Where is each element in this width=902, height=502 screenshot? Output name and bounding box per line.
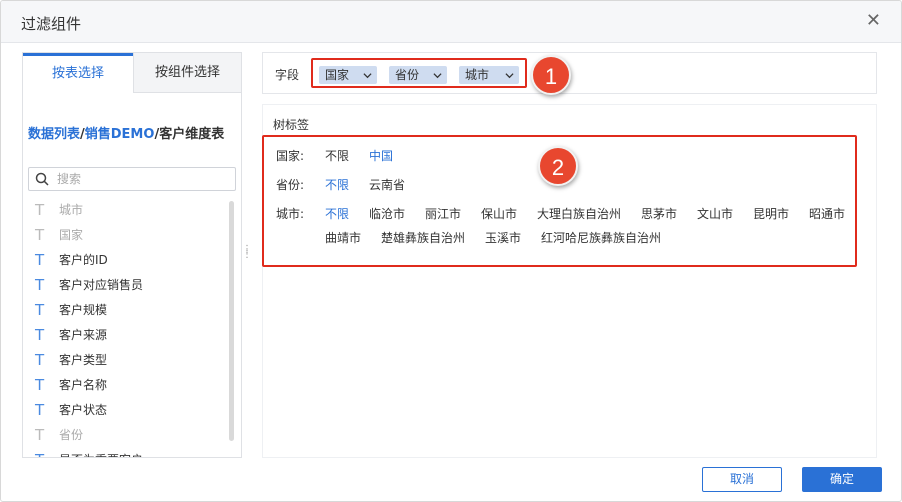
list-item[interactable]: T 客户的ID xyxy=(23,248,223,273)
field-chip-province[interactable]: 省份 xyxy=(389,66,447,84)
tree-row-label: 国家: xyxy=(276,149,305,163)
tree-option[interactable]: 中国 xyxy=(369,147,393,164)
tree-option[interactable]: 昭通市 xyxy=(809,205,845,222)
tree-option[interactable]: 红河哈尼族彝族自治州 xyxy=(541,229,661,246)
preview-title: 树标签 xyxy=(273,118,310,132)
search-input[interactable] xyxy=(57,170,227,188)
cancel-button[interactable]: 取消 xyxy=(702,467,782,492)
text-field-type-icon: T xyxy=(35,326,45,344)
source-tabs: 按表选择 按组件选择 xyxy=(23,53,241,93)
text-field-type-icon: T xyxy=(35,426,45,444)
breadcrumb: 数据列表/销售DEMO/客户维度表 xyxy=(28,123,241,142)
list-item[interactable]: T 客户名称 xyxy=(23,373,223,398)
field-label: 客户的ID xyxy=(59,253,108,267)
annotation-badge-1: 1 xyxy=(531,55,571,95)
breadcrumb-sales-demo[interactable]: 销售DEMO xyxy=(85,127,155,142)
tree-option[interactable]: 不限 xyxy=(325,147,349,164)
tree-option[interactable]: 不限 xyxy=(325,205,349,222)
chevron-down-icon xyxy=(505,73,514,79)
text-field-type-icon: T xyxy=(35,301,45,319)
resize-grip-icon[interactable]: ⋮ ⋮ xyxy=(242,245,252,263)
list-item[interactable]: T 客户规模 xyxy=(23,298,223,323)
text-field-type-icon: T xyxy=(35,251,45,269)
tree-row-label: 省份: xyxy=(276,178,305,192)
annotation-badge-2: 2 xyxy=(538,146,578,186)
chevron-down-icon xyxy=(433,73,442,79)
field-label: 客户规模 xyxy=(59,303,108,317)
search-icon xyxy=(35,172,49,186)
field-chip-city[interactable]: 城市 xyxy=(459,66,519,84)
tree-option[interactable]: 楚雄彝族自治州 xyxy=(381,229,465,246)
field-label: 客户类型 xyxy=(59,353,108,367)
field-chip-country[interactable]: 国家 xyxy=(319,66,377,84)
field-chip-label: 国家 xyxy=(325,68,350,82)
field-label: 客户来源 xyxy=(59,328,108,342)
tree-option[interactable]: 保山市 xyxy=(481,205,517,222)
tree-option[interactable]: 思茅市 xyxy=(641,205,677,222)
tree-option[interactable]: 云南省 xyxy=(369,176,405,193)
list-item[interactable]: T 客户状态 xyxy=(23,398,223,423)
tree-row-label: 城市: xyxy=(276,207,305,221)
list-item[interactable]: T 客户对应销售员 xyxy=(23,273,223,298)
confirm-button[interactable]: 确定 xyxy=(802,467,882,492)
text-field-type-icon: T xyxy=(35,351,45,369)
field-source-panel: 按表选择 按组件选择 数据列表/销售DEMO/客户维度表 T 城市 T 国家 T 客户的I… xyxy=(22,52,242,458)
tree-option[interactable]: 大理白族自治州 xyxy=(537,205,621,222)
filter-component-dialog: 过滤组件 ✕ 按表选择 按组件选择 数据列表/销售DEMO/客户维度表 T城市T… xyxy=(0,0,902,502)
dialog-titlebar: 过滤组件 ✕ xyxy=(1,1,901,43)
tree-option[interactable]: 文山市 xyxy=(697,205,733,222)
tree-option[interactable]: 临沧市 xyxy=(369,205,405,222)
tree-option[interactable]: 丽江市 xyxy=(425,205,461,222)
text-field-type-icon: T xyxy=(35,376,45,394)
field-list: T 城市 T 国家 T 客户的ID T 客户对应销售员 T 客户规模 T 客户来源 T 客户类型 T 客户名称… xyxy=(23,198,233,457)
field-label: 字段 xyxy=(275,68,300,82)
field-label: 省份 xyxy=(59,428,84,442)
text-field-type-icon: T xyxy=(35,201,45,219)
text-field-type-icon: T xyxy=(35,226,45,244)
list-item[interactable]: T 国家 xyxy=(23,223,223,248)
tree-option[interactable]: 昆明市 xyxy=(753,205,789,222)
field-chip-label: 城市 xyxy=(465,68,490,82)
field-label: 城市 xyxy=(59,203,84,217)
list-item[interactable]: T 是否为重要客户 xyxy=(23,448,223,457)
tree-option[interactable]: 不限 xyxy=(325,176,349,193)
breadcrumb-current-table: 客户维度表 xyxy=(159,127,225,142)
field-search-box[interactable] xyxy=(28,167,236,191)
tree-option[interactable]: 曲靖市 xyxy=(325,229,361,246)
field-label: 是否为重要客户 xyxy=(59,448,143,457)
text-field-type-icon: T xyxy=(35,448,44,457)
text-field-type-icon: T xyxy=(35,276,45,294)
text-field-type-icon: T xyxy=(35,401,45,419)
field-label: 国家 xyxy=(59,228,84,242)
tab-by-component[interactable]: 按组件选择 xyxy=(133,53,241,93)
list-item[interactable]: T 城市 xyxy=(23,198,223,223)
field-label: 客户对应销售员 xyxy=(59,278,144,292)
list-item[interactable]: T 省份 xyxy=(23,423,223,448)
dialog-title: 过滤组件 xyxy=(21,15,82,33)
field-list-scrollbar[interactable] xyxy=(229,201,234,441)
field-label: 客户名称 xyxy=(59,378,108,392)
tree-option[interactable]: 玉溪市 xyxy=(485,229,521,246)
selected-fields-highlight: 国家 省份 城市 xyxy=(311,58,527,88)
close-icon[interactable]: ✕ xyxy=(866,11,881,31)
field-label: 客户状态 xyxy=(59,403,108,417)
tab-by-table[interactable]: 按表选择 xyxy=(23,53,133,93)
chevron-down-icon xyxy=(363,73,372,79)
list-item[interactable]: T 客户类型 xyxy=(23,348,223,373)
breadcrumb-data-list[interactable]: 数据列表 xyxy=(28,127,80,142)
field-chip-label: 省份 xyxy=(395,68,420,82)
list-item[interactable]: T 客户来源 xyxy=(23,323,223,348)
